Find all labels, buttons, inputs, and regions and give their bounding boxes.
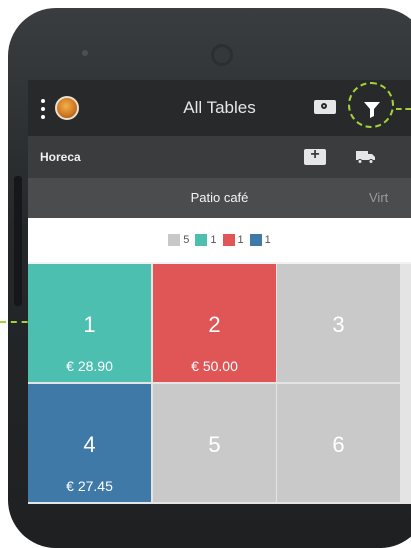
- status-legend: 5 1 1 1: [28, 218, 411, 262]
- table-tile-5[interactable]: 5: [153, 384, 276, 502]
- table-amount: € 28.90: [66, 358, 113, 374]
- sensor-dot: [82, 50, 88, 56]
- table-number: 6: [332, 432, 345, 457]
- tables-grid: 1 € 28.90 2 € 50.00 3 4 € 27.45 5 6: [28, 264, 411, 504]
- legend-item: 1: [195, 234, 217, 246]
- table-number: 5: [208, 432, 221, 457]
- side-button: [14, 176, 22, 306]
- delivery-truck-icon[interactable]: [356, 150, 376, 164]
- store-toolbar: Horeca: [28, 136, 411, 178]
- filter-callout-line: [396, 108, 411, 110]
- table-tile-1[interactable]: 1 € 28.90: [28, 264, 151, 382]
- table-amount: € 27.45: [66, 478, 113, 494]
- legend-swatch: [195, 234, 208, 246]
- table-tile-2[interactable]: 2 € 50.00: [153, 264, 276, 382]
- legend-item: 1: [222, 234, 244, 246]
- table-tile-4[interactable]: 4 € 27.45: [28, 384, 151, 502]
- area-tabs: urant Patio café Virt: [28, 178, 411, 218]
- app-screen: All Tables Horeca urant Patio café Virt …: [28, 80, 411, 504]
- legend-count: 1: [210, 234, 217, 246]
- table-tile-3[interactable]: 3: [277, 264, 400, 382]
- store-name[interactable]: Horeca: [40, 150, 81, 164]
- legend-item: 1: [249, 234, 271, 246]
- table-amount: € 50.00: [191, 358, 238, 374]
- legend-swatch: [222, 234, 235, 246]
- table-number: 4: [83, 432, 96, 457]
- receipt-icon[interactable]: [314, 100, 336, 114]
- table-number: 3: [332, 312, 345, 337]
- legend-count: 1: [237, 234, 244, 246]
- table-number: 1: [83, 312, 96, 337]
- tab-next-area[interactable]: Virt: [369, 190, 388, 205]
- legend-count: 5: [183, 234, 190, 246]
- legend-item: 5: [168, 234, 189, 246]
- legend-swatch: [249, 234, 262, 246]
- table-add-icon[interactable]: [304, 146, 326, 165]
- app-bar: All Tables: [28, 80, 411, 136]
- table-tile-6[interactable]: 6: [277, 384, 400, 502]
- table-number: 2: [208, 312, 221, 337]
- filter-icon[interactable]: [360, 97, 384, 121]
- tab-patio-cafe[interactable]: Patio café: [28, 190, 411, 205]
- front-camera: [211, 44, 233, 66]
- legend-swatch: [168, 234, 181, 246]
- legend-count: 1: [264, 234, 271, 246]
